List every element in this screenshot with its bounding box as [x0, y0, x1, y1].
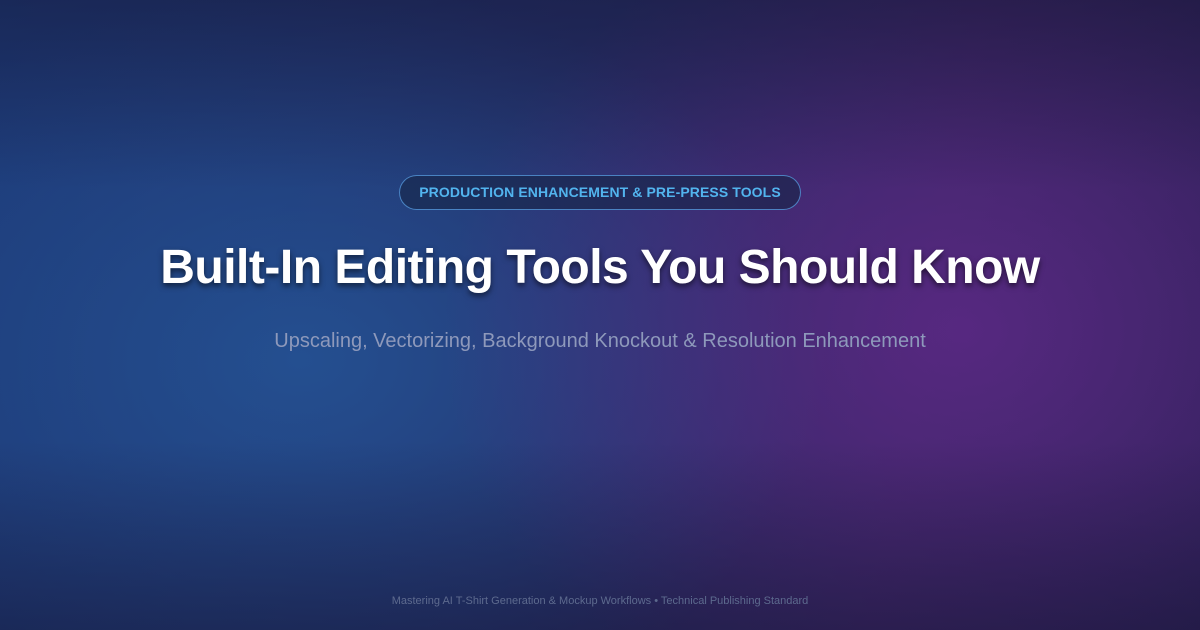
footer-caption: Mastering AI T-Shirt Generation & Mockup…: [391, 595, 809, 607]
page-title: Built-In Editing Tools You Should Know: [160, 241, 1040, 294]
hero-card: PRODUCTION ENHANCEMENT & PRE-PRESS TOOLS…: [0, 0, 1200, 630]
category-badge-row: PRODUCTION ENHANCEMENT & PRE-PRESS TOOLS: [0, 175, 1200, 210]
category-badge: PRODUCTION ENHANCEMENT & PRE-PRESS TOOLS: [399, 175, 801, 210]
page-subtitle: Upscaling, Vectorizing, Background Knock…: [274, 330, 926, 352]
